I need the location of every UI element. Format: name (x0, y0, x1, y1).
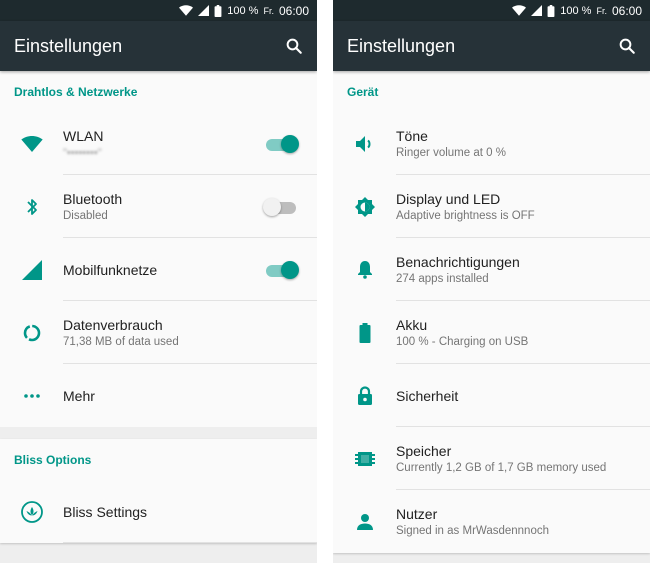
mobile-networks-toggle[interactable] (263, 258, 301, 282)
section-card-wireless: Drahtlos & Netzwerke WLAN "••••••••" Blu… (0, 71, 317, 427)
storage-icon (354, 451, 375, 466)
status-day: Fr. (263, 5, 274, 16)
item-subtitle: Signed in as MrWasdennnoch (396, 525, 549, 537)
brightness-icon (354, 196, 375, 217)
item-title: Töne (396, 128, 428, 144)
signal-icon (21, 259, 42, 280)
cell-signal-status-icon (531, 5, 543, 16)
battery-icon (359, 322, 370, 343)
app-bar: Einstellungen (0, 21, 317, 71)
item-title: Sicherheit (396, 387, 459, 404)
list-item-more[interactable]: Mehr (0, 364, 317, 427)
settings-screen-right: 100 % Fr. 06:00 Einstellungen Gerät Töne… (333, 0, 650, 563)
item-subtitle: Ringer volume at 0 % (396, 147, 506, 159)
item-title: Mobilfunknetze (63, 261, 158, 278)
list-item-battery[interactable]: Akku 100 % - Charging on USB (333, 301, 650, 364)
list-item-display[interactable]: Display und LED Adaptive brightness is O… (333, 175, 650, 238)
status-day: Fr. (596, 5, 607, 16)
status-time: 06:00 (278, 3, 309, 18)
status-bar: 100 % Fr. 06:00 (333, 0, 650, 21)
data-usage-icon (23, 324, 40, 341)
section-card-device: Gerät Töne Ringer volume at 0 % Display … (333, 71, 650, 553)
cell-signal-status-icon (198, 5, 210, 16)
battery-percent: 100 % (227, 4, 259, 17)
volume-icon (355, 135, 370, 152)
item-subtitle: 274 apps installed (396, 273, 489, 285)
wifi-status-icon (512, 5, 527, 16)
item-title: Benachrichtigungen (396, 254, 520, 270)
status-bar: 100 % Fr. 06:00 (0, 0, 317, 21)
wlan-toggle[interactable] (263, 132, 301, 156)
item-title: Nutzer (396, 506, 438, 522)
page-title: Einstellungen (347, 35, 456, 56)
section-title-wireless: Drahtlos & Netzwerke (14, 84, 138, 99)
wifi-icon (20, 135, 43, 152)
list-item-mobile-networks[interactable]: Mobilfunknetze (0, 238, 317, 301)
bluetooth-icon (26, 198, 37, 215)
list-item-wlan[interactable]: WLAN "••••••••" (0, 112, 317, 175)
list-item-bliss-settings[interactable]: Bliss Settings (0, 480, 317, 543)
item-title: Speicher (396, 443, 452, 459)
item-title: Bluetooth (63, 191, 123, 207)
list-item-data-usage[interactable]: Datenverbrauch 71,38 MB of data used (0, 301, 317, 364)
list-item-bluetooth[interactable]: Bluetooth Disabled (0, 175, 317, 238)
list-item-security[interactable]: Sicherheit (333, 364, 650, 427)
user-icon (356, 513, 373, 530)
item-title: Mehr (63, 387, 95, 404)
search-icon[interactable] (285, 37, 303, 55)
list-item-storage[interactable]: Speicher Currently 1,2 GB of 1,7 GB memo… (333, 427, 650, 490)
battery-status-icon (214, 4, 222, 17)
search-icon[interactable] (618, 37, 636, 55)
item-subtitle: Disabled (63, 210, 108, 222)
item-title: Datenverbrauch (63, 317, 163, 333)
item-title: WLAN (63, 128, 104, 144)
list-item-users[interactable]: Nutzer Signed in as MrWasdennnoch (333, 490, 650, 553)
item-title: Display und LED (396, 191, 501, 207)
bluetooth-toggle[interactable] (263, 195, 301, 219)
section-card-bliss: Bliss Options Bliss Settings (0, 439, 317, 543)
list-item-notifications[interactable]: Benachrichtigungen 274 apps installed (333, 238, 650, 301)
battery-status-icon (547, 4, 555, 17)
lock-icon (357, 385, 372, 405)
item-subtitle: 71,38 MB of data used (63, 336, 179, 348)
item-title: Akku (396, 317, 428, 333)
item-title: Bliss Settings (63, 503, 148, 520)
status-time: 06:00 (611, 3, 642, 18)
settings-screen-left: 100 % Fr. 06:00 Einstellungen Drahtlos &… (0, 0, 317, 563)
section-title-bliss: Bliss Options (14, 452, 92, 467)
app-bar: Einstellungen (333, 21, 650, 71)
item-subtitle: 100 % - Charging on USB (396, 336, 529, 348)
list-item-sounds[interactable]: Töne Ringer volume at 0 % (333, 112, 650, 175)
battery-percent: 100 % (560, 4, 592, 17)
more-icon (23, 393, 40, 398)
page-title: Einstellungen (14, 35, 123, 56)
bell-icon (357, 261, 372, 279)
section-title-device: Gerät (347, 84, 379, 99)
item-subtitle: Currently 1,2 GB of 1,7 GB memory used (396, 462, 607, 474)
item-subtitle: Adaptive brightness is OFF (396, 210, 535, 222)
bliss-lotus-icon (20, 500, 43, 523)
wifi-status-icon (179, 5, 194, 16)
item-subtitle-ssid: "••••••••" (63, 147, 102, 159)
